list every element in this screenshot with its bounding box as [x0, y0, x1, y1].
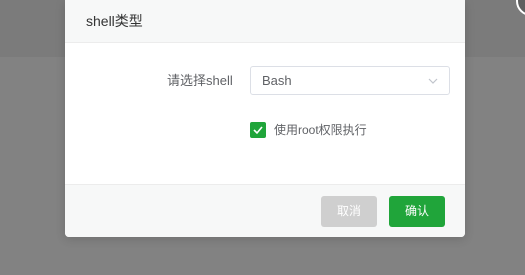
root-permission-label[interactable]: 使用root权限执行	[274, 122, 367, 138]
chevron-down-icon	[428, 78, 438, 84]
dialog-title: shell类型	[86, 13, 143, 29]
shell-select-value: Bash	[262, 73, 292, 88]
root-permission-checkbox[interactable]	[250, 122, 266, 138]
dialog-footer: 取消 确认	[65, 184, 465, 237]
confirm-button[interactable]: 确认	[389, 196, 445, 227]
shell-type-dialog: shell类型 请选择shell Bash 使用root权限执行 取消 确认	[65, 0, 525, 237]
shell-select[interactable]: Bash	[250, 66, 450, 95]
shell-select-label: 请选择shell	[167, 73, 233, 88]
cancel-button[interactable]: 取消	[321, 196, 377, 227]
dialog-header: shell类型	[65, 0, 465, 43]
check-icon	[253, 126, 263, 135]
